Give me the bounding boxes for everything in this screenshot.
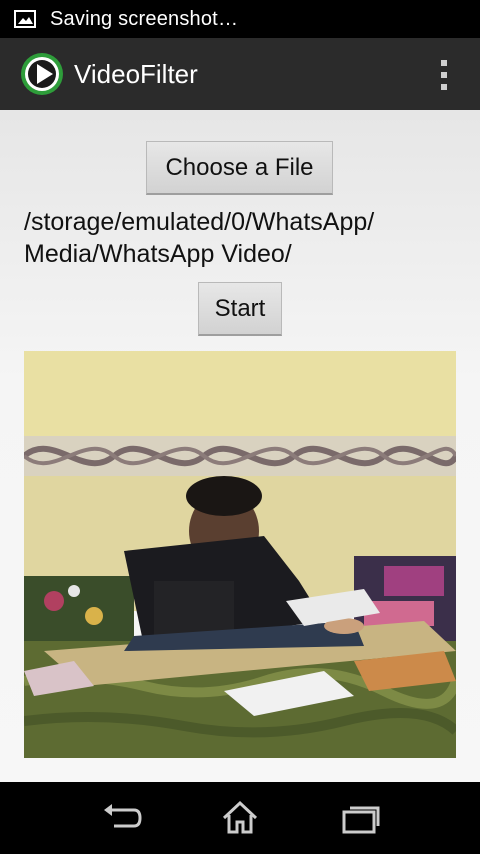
video-preview[interactable] bbox=[24, 351, 456, 758]
start-button[interactable]: Start bbox=[198, 282, 282, 336]
play-circle-icon[interactable] bbox=[20, 52, 64, 96]
status-bar: Saving screenshot… bbox=[0, 0, 480, 38]
home-icon[interactable] bbox=[218, 798, 262, 838]
file-path-line: Media/WhatsApp Video/ bbox=[24, 240, 292, 268]
main-content: Choose a File /storage/emulated/0/WhatsA… bbox=[0, 110, 480, 782]
file-path-line: /storage/emulated/0/WhatsApp/ bbox=[24, 208, 375, 236]
choose-file-button[interactable]: Choose a File bbox=[146, 141, 333, 195]
recents-icon[interactable] bbox=[340, 798, 384, 838]
image-icon bbox=[14, 10, 36, 28]
file-path-text: /storage/emulated/0/WhatsApp/Media/Whats… bbox=[24, 206, 464, 270]
app-title: VideoFilter bbox=[74, 58, 198, 89]
back-icon[interactable] bbox=[100, 798, 144, 838]
more-vertical-icon[interactable] bbox=[440, 60, 448, 90]
navigation-bar bbox=[0, 782, 480, 854]
notification-text: Saving screenshot… bbox=[50, 7, 239, 30]
action-bar: VideoFilter bbox=[0, 38, 480, 110]
